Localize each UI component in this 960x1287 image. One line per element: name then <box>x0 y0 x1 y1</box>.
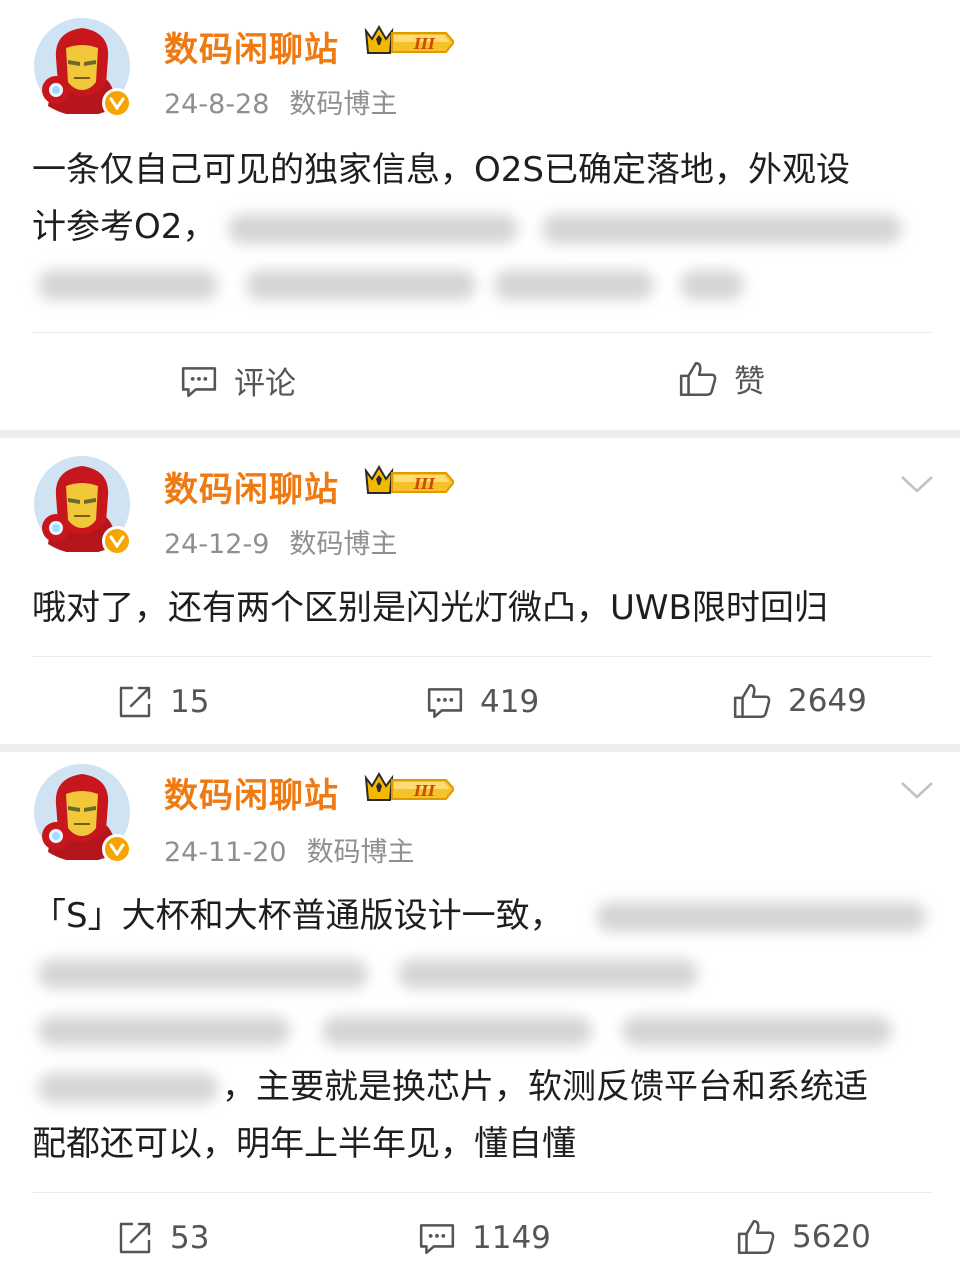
author-role: 数码博主 <box>306 837 415 868</box>
blurred-text <box>542 213 903 244</box>
repost-icon <box>119 1222 151 1254</box>
level-crown-icon[interactable] <box>362 25 454 59</box>
author-role: 数码博主 <box>289 529 398 560</box>
post-text-line <box>32 256 932 313</box>
blurred-text <box>322 1016 592 1046</box>
repost-button[interactable]: 15 <box>116 684 209 720</box>
comment-label: 评论 <box>234 366 296 402</box>
divider <box>32 332 932 333</box>
blurred-text <box>398 959 698 989</box>
post-text-line: 「S」大杯和大杯普通版设计一致， <box>32 888 932 945</box>
verified-v-icon <box>102 834 132 864</box>
like-button[interactable]: 赞 <box>678 356 765 401</box>
like-count: 5620 <box>792 1219 871 1255</box>
avatar[interactable] <box>34 764 132 864</box>
like-icon <box>679 361 717 396</box>
post-meta: 24-12-9 数码博主 <box>164 522 397 561</box>
post-text-line: ，主要就是换芯片，软测反馈平台和系统适 <box>32 1059 932 1116</box>
post-1: 数码闲聊站 24-8-28 数码博主 一条仅自己可见的独家信息，O2S已确定落地，… <box>0 0 960 430</box>
comment-button[interactable]: 评论 <box>180 358 296 403</box>
repost-count: 53 <box>170 1220 210 1256</box>
comment-count: 419 <box>480 684 540 720</box>
blurred-text <box>246 270 476 300</box>
level-crown-icon[interactable] <box>362 772 454 806</box>
post-text-line: 一条仅自己可见的独家信息，O2S已确定落地，外观设 <box>32 150 850 190</box>
avatar[interactable] <box>34 18 132 118</box>
post-text-line <box>32 945 932 1002</box>
blurred-text <box>680 270 744 300</box>
post-text: 「S」大杯和大杯普通版设计一致， ，主要就是换芯片，软测反馈平台和系统适 配都还… <box>32 888 932 1173</box>
post-3: 数码闲聊站 24-11-20 数码博主 「S」大杯和大杯普通版设计一致， ，主要就… <box>0 752 960 1287</box>
repost-icon <box>119 686 151 718</box>
blurred-text <box>38 1016 290 1046</box>
post-text: 哦对了，还有两个区别是闪光灯微凸，UWB限时回归 <box>32 580 932 637</box>
comment-icon <box>427 688 463 719</box>
blurred-text <box>228 213 519 244</box>
level-crown-icon[interactable] <box>362 465 454 499</box>
post-text-line: 哦对了，还有两个区别是闪光灯微凸，UWB限时回归 <box>32 588 828 628</box>
chevron-down-icon[interactable] <box>900 474 934 494</box>
like-icon <box>733 683 771 719</box>
comment-button[interactable]: 1149 <box>418 1220 551 1256</box>
blurred-text <box>596 902 926 932</box>
verified-v-icon <box>102 88 132 118</box>
blurred-text <box>38 270 218 300</box>
comment-count: 1149 <box>472 1220 551 1256</box>
post-date: 24-11-20 <box>164 837 287 868</box>
divider <box>32 656 932 657</box>
blurred-text <box>494 270 654 300</box>
repost-count: 15 <box>170 684 210 720</box>
post-2: 数码闲聊站 24-12-9 数码博主 哦对了，还有两个区别是闪光灯微凸，UWB限时… <box>0 438 960 744</box>
author-name[interactable]: 数码闲聊站 <box>164 768 339 817</box>
post-separator <box>0 744 960 752</box>
post-date: 24-12-9 <box>164 529 270 560</box>
post-meta: 24-11-20 数码博主 <box>164 830 415 869</box>
like-count: 2649 <box>788 683 867 719</box>
like-label: 赞 <box>734 364 765 400</box>
like-icon <box>737 1219 775 1255</box>
avatar[interactable] <box>34 456 132 556</box>
verified-v-icon <box>102 526 132 556</box>
comment-icon <box>181 366 217 397</box>
like-button[interactable]: 5620 <box>736 1218 871 1256</box>
comment-button[interactable]: 419 <box>426 684 539 720</box>
post-separator <box>0 430 960 438</box>
blurred-text <box>38 1073 218 1103</box>
post-text-line: 计参考O2， <box>32 199 932 256</box>
author-role: 数码博主 <box>289 89 398 120</box>
post-date: 24-8-28 <box>164 89 270 120</box>
author-name[interactable]: 数码闲聊站 <box>164 462 339 511</box>
post-text: 一条仅自己可见的独家信息，O2S已确定落地，外观设 计参考O2， <box>32 142 932 313</box>
blurred-text <box>622 1016 892 1046</box>
comment-icon <box>419 1224 455 1255</box>
post-text-line: 配都还可以，明年上半年见，懂自懂 <box>32 1124 576 1164</box>
chevron-down-icon[interactable] <box>900 780 934 800</box>
post-meta: 24-8-28 数码博主 <box>164 82 397 121</box>
blurred-text <box>38 959 368 989</box>
author-name[interactable]: 数码闲聊站 <box>164 22 339 71</box>
divider <box>32 1192 932 1193</box>
like-button[interactable]: 2649 <box>732 682 867 720</box>
post-text-line <box>32 1002 932 1059</box>
repost-button[interactable]: 53 <box>116 1220 209 1256</box>
